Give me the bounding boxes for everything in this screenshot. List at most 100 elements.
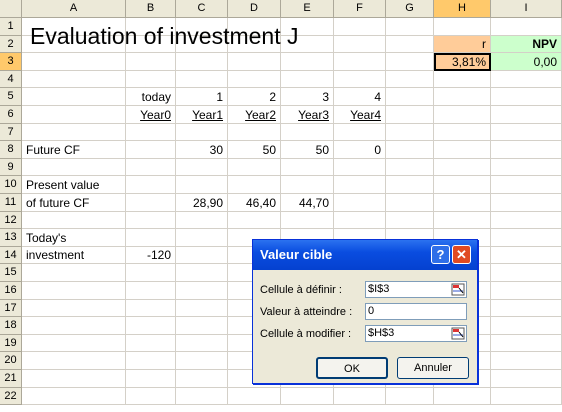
cell-b3[interactable] bbox=[126, 53, 176, 71]
cell-h9[interactable] bbox=[434, 158, 491, 177]
row-header-19[interactable]: 19 bbox=[0, 334, 22, 353]
cell-f22[interactable] bbox=[334, 387, 386, 406]
row-header-16[interactable]: 16 bbox=[0, 282, 22, 300]
cell-i7[interactable] bbox=[491, 123, 562, 142]
range-select-icon[interactable] bbox=[451, 283, 465, 296]
cell-b18[interactable] bbox=[126, 317, 176, 335]
cell-b17[interactable] bbox=[126, 299, 176, 318]
cell-f4[interactable] bbox=[334, 70, 386, 89]
cell-g5[interactable] bbox=[386, 88, 434, 106]
cell-f11[interactable] bbox=[334, 194, 386, 212]
cell-g8[interactable] bbox=[386, 141, 434, 159]
cell-b16[interactable] bbox=[126, 282, 176, 300]
cell-g6[interactable] bbox=[386, 106, 434, 124]
cell-c18[interactable] bbox=[176, 317, 228, 335]
cell-b4[interactable] bbox=[126, 70, 176, 89]
cell-b13[interactable] bbox=[126, 229, 176, 247]
cell-f3[interactable] bbox=[334, 53, 386, 71]
row-header-5[interactable]: 5 bbox=[0, 88, 22, 106]
cell-g3[interactable] bbox=[386, 53, 434, 71]
column-header-a[interactable]: A bbox=[22, 0, 126, 18]
cell-e4[interactable] bbox=[281, 70, 334, 89]
cell-h6[interactable] bbox=[434, 106, 491, 124]
cell-e22[interactable] bbox=[281, 387, 334, 406]
row-header-14[interactable]: 14 bbox=[0, 246, 22, 265]
cell-i11[interactable] bbox=[491, 194, 562, 212]
cell-c12[interactable] bbox=[176, 211, 228, 230]
cell-c17[interactable] bbox=[176, 299, 228, 318]
cell-a18[interactable] bbox=[22, 317, 126, 335]
cell-b19[interactable] bbox=[126, 334, 176, 353]
cell-d10[interactable] bbox=[228, 176, 281, 194]
cell-i9[interactable] bbox=[491, 158, 562, 177]
row-header-7[interactable]: 7 bbox=[0, 123, 22, 142]
cell-d7[interactable] bbox=[228, 123, 281, 142]
cell-b15[interactable] bbox=[126, 264, 176, 282]
cell-h5[interactable] bbox=[434, 88, 491, 106]
cell-i6[interactable] bbox=[491, 106, 562, 124]
cell-f9[interactable] bbox=[334, 158, 386, 177]
cell-c14[interactable] bbox=[176, 246, 228, 265]
column-header-d[interactable]: D bbox=[228, 0, 281, 18]
ok-button[interactable]: OK bbox=[316, 357, 388, 379]
cell-a15[interactable] bbox=[22, 264, 126, 282]
to-value-input[interactable]: 0 bbox=[365, 303, 467, 320]
cell-c22[interactable] bbox=[176, 387, 228, 406]
cell-h22[interactable] bbox=[434, 387, 491, 406]
cell-g7[interactable] bbox=[386, 123, 434, 142]
row-header-12[interactable]: 12 bbox=[0, 211, 22, 230]
cell-e12[interactable] bbox=[281, 211, 334, 230]
select-all-corner[interactable] bbox=[0, 0, 22, 18]
row-header-2[interactable]: 2 bbox=[0, 35, 22, 54]
cell-a22[interactable] bbox=[22, 387, 126, 406]
row-header-10[interactable]: 10 bbox=[0, 176, 22, 194]
row-header-15[interactable]: 15 bbox=[0, 264, 22, 282]
cell-a4[interactable] bbox=[22, 70, 126, 89]
cell-d4[interactable] bbox=[228, 70, 281, 89]
cell-i19[interactable] bbox=[491, 334, 562, 353]
cell-b10[interactable] bbox=[126, 176, 176, 194]
range-select-icon[interactable] bbox=[451, 327, 465, 340]
row-header-3[interactable]: 3 bbox=[0, 53, 22, 71]
cell-f7[interactable] bbox=[334, 123, 386, 142]
cell-c16[interactable] bbox=[176, 282, 228, 300]
cell-e7[interactable] bbox=[281, 123, 334, 142]
cell-a5[interactable] bbox=[22, 88, 126, 106]
cell-i10[interactable] bbox=[491, 176, 562, 194]
cell-a9[interactable] bbox=[22, 158, 126, 177]
cell-b9[interactable] bbox=[126, 158, 176, 177]
cell-c15[interactable] bbox=[176, 264, 228, 282]
cell-h12[interactable] bbox=[434, 211, 491, 230]
cell-d22[interactable] bbox=[228, 387, 281, 406]
cell-a20[interactable] bbox=[22, 352, 126, 370]
row-header-6[interactable]: 6 bbox=[0, 106, 22, 124]
cell-i16[interactable] bbox=[491, 282, 562, 300]
cell-d12[interactable] bbox=[228, 211, 281, 230]
cell-a3[interactable] bbox=[22, 53, 126, 71]
cell-i21[interactable] bbox=[491, 370, 562, 388]
row-header-18[interactable]: 18 bbox=[0, 317, 22, 335]
cell-b21[interactable] bbox=[126, 370, 176, 388]
cell-a6[interactable] bbox=[22, 106, 126, 124]
cell-i8[interactable] bbox=[491, 141, 562, 159]
cell-h4[interactable] bbox=[434, 70, 491, 89]
cell-c7[interactable] bbox=[176, 123, 228, 142]
row-header-9[interactable]: 9 bbox=[0, 158, 22, 177]
column-header-f[interactable]: F bbox=[334, 0, 386, 18]
column-header-b[interactable]: B bbox=[126, 0, 176, 18]
cell-c21[interactable] bbox=[176, 370, 228, 388]
row-header-4[interactable]: 4 bbox=[0, 70, 22, 89]
cell-c4[interactable] bbox=[176, 70, 228, 89]
row-header-21[interactable]: 21 bbox=[0, 370, 22, 388]
cell-c20[interactable] bbox=[176, 352, 228, 370]
cell-i5[interactable] bbox=[491, 88, 562, 106]
close-icon[interactable]: ✕ bbox=[452, 245, 471, 264]
cell-h8[interactable] bbox=[434, 141, 491, 159]
cell-a16[interactable] bbox=[22, 282, 126, 300]
row-header-20[interactable]: 20 bbox=[0, 352, 22, 370]
cell-a19[interactable] bbox=[22, 334, 126, 353]
row-header-13[interactable]: 13 bbox=[0, 229, 22, 247]
cell-i18[interactable] bbox=[491, 317, 562, 335]
column-header-c[interactable]: C bbox=[176, 0, 228, 18]
cell-i14[interactable] bbox=[491, 246, 562, 265]
